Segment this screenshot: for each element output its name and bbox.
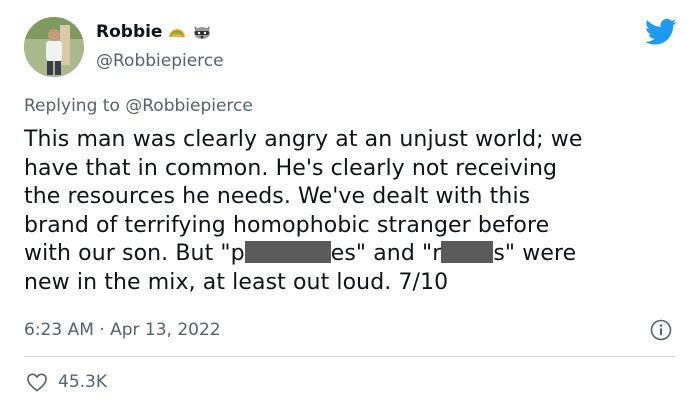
tweet-line: brand of terrifying homophobic stranger … (24, 212, 550, 238)
tweet-line: have that in common. He's clearly not re… (24, 155, 558, 181)
replying-to-label: Replying to (24, 96, 120, 116)
avatar[interactable] (24, 17, 84, 77)
reply-mention-link[interactable]: @Robbiepierce (125, 96, 253, 116)
tweet-text-segment: s" were (493, 241, 577, 266)
taco-icon (169, 29, 186, 38)
redaction-bar (441, 241, 494, 263)
tweet-line: new in the mix, at least out loud. 7/10 (24, 269, 449, 295)
tweet-line-redacted: with our son. But "p es" and "r s" were (24, 240, 680, 269)
tweet-timestamp[interactable]: 6:23 AM · Apr 13, 2022 (24, 320, 221, 340)
avatar-photo (24, 17, 84, 77)
author-handle[interactable]: @Robbiepierce (96, 51, 224, 71)
heart-icon (27, 373, 47, 392)
divider (24, 356, 676, 357)
author-name-row[interactable]: Robbie (96, 22, 212, 42)
tweet-line: the resources he needs. We've dealt with… (24, 184, 531, 209)
like-button[interactable]: 45.3K (26, 372, 107, 392)
redaction-bar (244, 241, 331, 263)
info-icon[interactable] (650, 319, 672, 341)
tweet-text: This man was clearly angry at an unjust … (24, 126, 680, 297)
twitter-bird-icon[interactable] (645, 18, 677, 46)
display-name[interactable]: Robbie (96, 22, 162, 42)
tweet-line: This man was clearly angry at an unjust … (24, 127, 583, 152)
replying-to: Replying to @Robbiepierce (24, 96, 253, 116)
like-count: 45.3K (58, 372, 107, 392)
tweet-text-segment: es" and "r (330, 241, 442, 266)
tweet-text-segment: with our son. But "p (24, 241, 245, 266)
raccoon-icon (194, 26, 211, 39)
